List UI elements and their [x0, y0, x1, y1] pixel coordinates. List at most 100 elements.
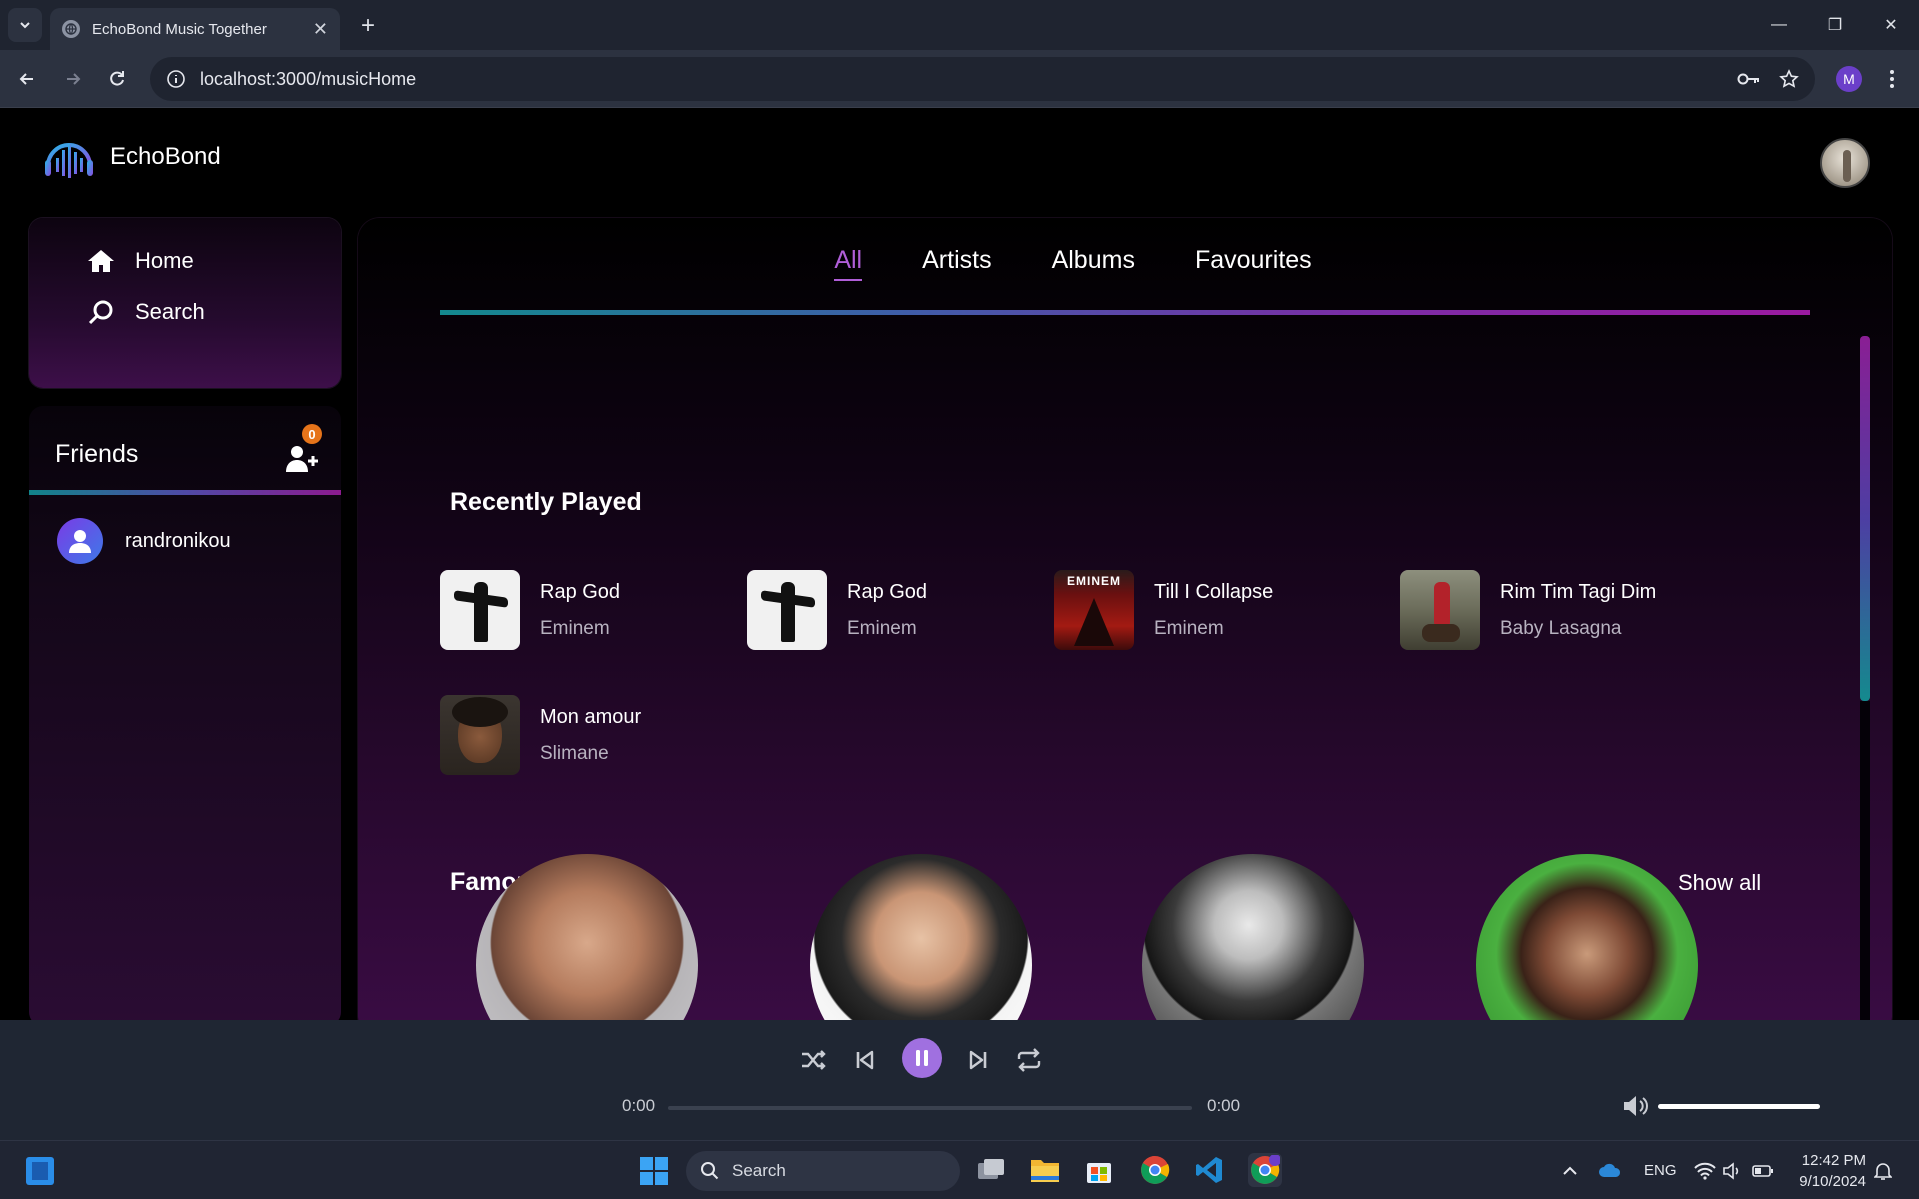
onedrive-icon[interactable]	[1598, 1141, 1622, 1199]
song-card[interactable]: EMINEM Till I Collapse Eminem	[1054, 570, 1273, 650]
tab-title: EchoBond Music Together	[92, 20, 267, 38]
reload-button[interactable]	[100, 62, 134, 96]
arrow-right-icon	[67, 73, 81, 85]
music-player: 0:00 0:00	[0, 1020, 1919, 1140]
sidebar-item-home[interactable]: Home	[87, 248, 194, 274]
speaker-icon[interactable]	[1722, 1141, 1742, 1199]
chrome-active-icon[interactable]	[1248, 1153, 1282, 1187]
previous-button[interactable]	[845, 1040, 885, 1080]
chrome-icon[interactable]	[1138, 1153, 1172, 1187]
pause-button[interactable]	[902, 1038, 942, 1078]
skip-back-icon	[856, 1050, 874, 1070]
language-indicator[interactable]: ENG	[1644, 1141, 1677, 1199]
album-cover-text: EMINEM	[1067, 574, 1121, 588]
user-avatar[interactable]	[1820, 138, 1870, 188]
minimize-icon[interactable]: —	[1751, 0, 1807, 50]
browser-profile-avatar[interactable]: M	[1836, 66, 1862, 92]
new-tab-button[interactable]: +	[352, 10, 384, 42]
friends-divider	[29, 490, 341, 495]
close-window-icon[interactable]: ✕	[1863, 0, 1919, 50]
windows-taskbar: Search ENG 12:42 PM 9/10/2024	[0, 1140, 1919, 1199]
song-title: Mon amour	[540, 705, 642, 728]
show-all-link[interactable]: Show all	[1678, 870, 1761, 896]
scrollbar-thumb[interactable]	[1860, 336, 1870, 701]
globe-icon	[62, 20, 80, 38]
album-cover: EMINEM	[1054, 570, 1134, 650]
progress-bar[interactable]	[668, 1106, 1192, 1110]
tab-albums[interactable]: Albums	[1052, 246, 1135, 281]
address-bar[interactable]: localhost:3000/musicHome	[150, 57, 1815, 101]
browser-menu-button[interactable]	[1880, 64, 1904, 94]
password-key-icon[interactable]	[1737, 71, 1761, 87]
artist-card[interactable]	[810, 854, 1032, 1020]
system-clock[interactable]: 12:42 PM 9/10/2024	[1796, 1150, 1866, 1192]
clock-date: 9/10/2024	[1799, 1173, 1866, 1190]
search-icon	[701, 1162, 719, 1180]
notification-bell-icon[interactable]	[1874, 1141, 1892, 1199]
close-tab-icon[interactable]: ✕	[313, 19, 328, 40]
wifi-icon[interactable]	[1694, 1141, 1716, 1199]
shuffle-button[interactable]	[794, 1040, 834, 1080]
current-time: 0:00	[622, 1096, 656, 1115]
artist-card[interactable]	[1476, 854, 1698, 1020]
tray-overflow-icon[interactable]	[1562, 1141, 1578, 1199]
skip-forward-icon	[969, 1050, 987, 1070]
widgets-icon[interactable]	[26, 1157, 54, 1185]
repeat-icon	[1017, 1048, 1041, 1072]
tab-favourites[interactable]: Favourites	[1195, 246, 1312, 281]
search-icon	[88, 300, 113, 325]
microsoft-store-icon[interactable]	[1082, 1153, 1116, 1187]
task-view-icon[interactable]	[974, 1153, 1008, 1187]
vscode-icon[interactable]	[1192, 1153, 1226, 1187]
browser-toolbar: localhost:3000/musicHome M	[0, 50, 1919, 108]
main-content: All Artists Albums Favourites Recently P…	[358, 218, 1892, 1020]
echobond-logo-icon	[45, 143, 93, 178]
more-vertical-icon	[1890, 70, 1894, 88]
song-title: Rap God	[540, 580, 621, 603]
tab-all[interactable]: All	[834, 246, 863, 281]
bookmark-star-icon[interactable]	[1779, 69, 1799, 89]
windows-start-icon[interactable]	[640, 1157, 668, 1185]
friends-title: Friends	[55, 440, 139, 468]
pause-icon	[916, 1050, 928, 1066]
album-cover	[440, 570, 520, 650]
volume-slider[interactable]	[1658, 1104, 1820, 1109]
sidebar-item-search[interactable]: Search	[87, 298, 205, 326]
artist-card[interactable]	[1142, 854, 1364, 1020]
url-text[interactable]: localhost:3000/musicHome	[200, 69, 1719, 90]
chevron-down-icon	[20, 22, 30, 29]
song-artist: Eminem	[540, 617, 610, 639]
add-friend-button[interactable]	[285, 442, 319, 474]
volume-button[interactable]	[1622, 1094, 1650, 1123]
shuffle-icon	[802, 1050, 826, 1070]
song-title: Rim Tim Tagi Dim	[1500, 580, 1657, 603]
forward-button[interactable]	[56, 62, 90, 96]
song-card[interactable]: Mon amour Slimane	[440, 695, 641, 775]
window-controls: — ❐ ✕	[1751, 0, 1919, 50]
friend-avatar	[57, 518, 103, 564]
song-card[interactable]: Rap God Eminem	[440, 570, 620, 650]
next-button[interactable]	[958, 1040, 998, 1080]
tab-artists[interactable]: Artists	[922, 246, 991, 281]
back-button[interactable]	[10, 62, 44, 96]
tabs-divider	[440, 310, 1810, 315]
song-card[interactable]: Rap God Eminem	[747, 570, 927, 650]
friend-item[interactable]: randronikou	[57, 518, 231, 564]
tab-search-button[interactable]	[8, 8, 42, 42]
home-icon	[88, 250, 114, 272]
song-artist: Eminem	[847, 617, 917, 639]
scrollbar-track[interactable]	[1860, 701, 1870, 1020]
repeat-button[interactable]	[1009, 1040, 1049, 1080]
file-explorer-icon[interactable]	[1028, 1153, 1062, 1187]
taskbar-search-placeholder: Search	[732, 1161, 786, 1180]
friends-panel: Friends 0 randronikou	[29, 406, 341, 1020]
song-card[interactable]: Rim Tim Tagi Dim Baby Lasagna	[1400, 570, 1656, 650]
taskbar-search[interactable]: Search	[686, 1151, 960, 1191]
category-tabs: All Artists Albums Favourites	[306, 246, 1840, 281]
restore-icon[interactable]: ❐	[1807, 0, 1863, 50]
friend-name: randronikou	[125, 529, 231, 552]
battery-icon[interactable]	[1752, 1141, 1774, 1199]
browser-tab-active[interactable]: EchoBond Music Together ✕	[50, 8, 340, 50]
site-info-icon[interactable]	[166, 69, 186, 89]
brand[interactable]: EchoBond	[40, 130, 221, 184]
